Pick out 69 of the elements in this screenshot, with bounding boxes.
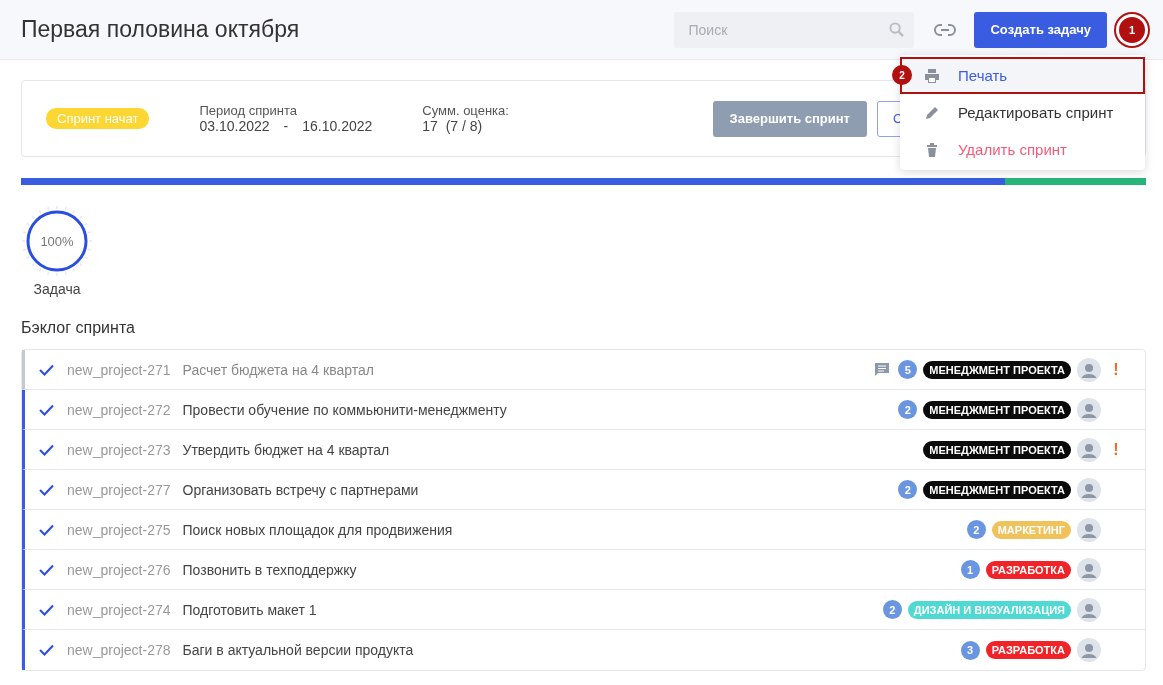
avatar-icon [1077,357,1101,382]
task-title: Баги в актуальной версии продукта [182,642,415,658]
task-key: new_project-272 [67,401,171,418]
task-title: Позвонить в техподдержку [182,561,358,578]
task-key: new_project-277 [67,481,171,498]
task-row[interactable]: new_project-277 Организовать встречу с партнерами 2 МЕНЕДЖМЕНТ ПРОЕКТА [22,470,1145,510]
pencil-icon [924,104,940,121]
task-key: new_project-271 [67,361,171,378]
task-row[interactable]: new_project-272 Провести обучение по коммьюнити-менеджменту 2 МЕНЕДЖМЕНТ ПРОЕКТА [22,390,1145,430]
printer-icon [924,67,940,84]
task-title: Поиск новых площадок для продвижения [182,521,454,538]
count-badge: 2 [898,400,918,419]
task-key: new_project-278 [67,642,171,658]
search-field[interactable]: Поиск [674,11,915,48]
category-tag: МЕНЕДЖМЕНТ ПРОЕКТА [923,440,1071,459]
trash-icon [924,141,940,158]
search-icon [889,21,905,37]
task-key: new_project-273 [67,441,171,458]
avatar-icon [1077,437,1101,462]
estimate-label: Сумм. оценка: [422,103,509,118]
section-title: Бэклог спринта [21,319,136,337]
menu-item[interactable]: Редактировать спринт [900,94,1145,131]
count-badge: 3 [960,640,980,660]
gauge-label: Задача [33,281,81,297]
count-badge: 5 [898,360,918,379]
task-row[interactable]: new_project-276 Позвонить в техподдержку 1 РАЗРАБОТКА [22,550,1145,590]
avatar-icon [1077,557,1101,582]
date-separator: - [283,118,289,134]
count-badge: 2 [898,480,918,499]
link-icon[interactable] [934,22,957,37]
category-tag: РАЗРАБОТКА [985,641,1071,659]
task-title: Подготовить макет 1 [182,601,318,618]
page-title: Первая половина октября [21,16,301,43]
estimate-value: 17 (7 / 8) [422,118,484,134]
category-tag: МЕНЕДЖМЕНТ ПРОЕКТА [923,360,1071,379]
task-key: new_project-274 [67,601,171,618]
category-tag: МЕНЕДЖМЕНТ ПРОЕКТА [923,400,1071,419]
task-title: Расчет бюджета на 4 квартал [182,361,375,378]
task-row[interactable]: new_project-271 Расчет бюджета на 4 квартал 5 МЕНЕДЖМЕНТ ПРОЕКТА ! [22,350,1145,390]
avatar-icon [1077,477,1101,502]
count-badge: 1 [960,560,980,579]
priority-mark: ! [1112,440,1120,459]
task-title: Организовать встречу с партнерами [182,481,420,498]
task-row[interactable]: new_project-275 Поиск новых площадок для продвижения 2 МАРКЕТИНГ [22,510,1145,550]
task-row[interactable]: new_project-274 Подготовить макет 1 2 ДИЗАЙН И ВИЗУАЛИЗАЦИЯ [22,590,1145,630]
avatar-icon [1077,597,1101,622]
gauge-reading: 100% [40,233,74,249]
task-row[interactable]: new_project-278 Баги в актуальной версии продукта 3 РАЗРАБОТКА [22,630,1145,670]
task-row[interactable]: new_project-273 Утвердить бюджет на 4 квартал МЕНЕДЖМЕНТ ПРОЕКТА ! [22,430,1145,470]
task-key: new_project-276 [67,561,171,578]
status-badge: Спринт начат [46,108,150,129]
task-title: Провести обучение по коммьюнити-менеджменту [182,401,508,418]
task-key: new_project-275 [67,521,171,538]
task-title: Утвердить бюджет на 4 квартал [182,441,391,458]
category-tag: РАЗРАБОТКА [985,560,1071,579]
category-tag: ДИЗАЙН И ВИЗУАЛИЗАЦИЯ [907,600,1071,619]
category-tag: МЕНЕДЖМЕНТ ПРОЕКТА [923,480,1071,499]
start-date: 03.10.2022 [199,118,270,134]
count-badge: 2 [882,600,902,619]
step-marker: 2 [892,65,912,85]
period-label: Период спринта [199,103,298,118]
count-badge: 2 [966,520,986,539]
avatar-icon [1077,517,1101,542]
avatar-icon [1077,638,1101,662]
priority-mark: ! [1112,360,1120,379]
category-tag: МАРКЕТИНГ [991,520,1071,539]
end-date: 16.10.2022 [302,118,373,134]
avatar-icon [1077,397,1101,422]
create-task-button[interactable]: Создать задачу [974,11,1107,48]
